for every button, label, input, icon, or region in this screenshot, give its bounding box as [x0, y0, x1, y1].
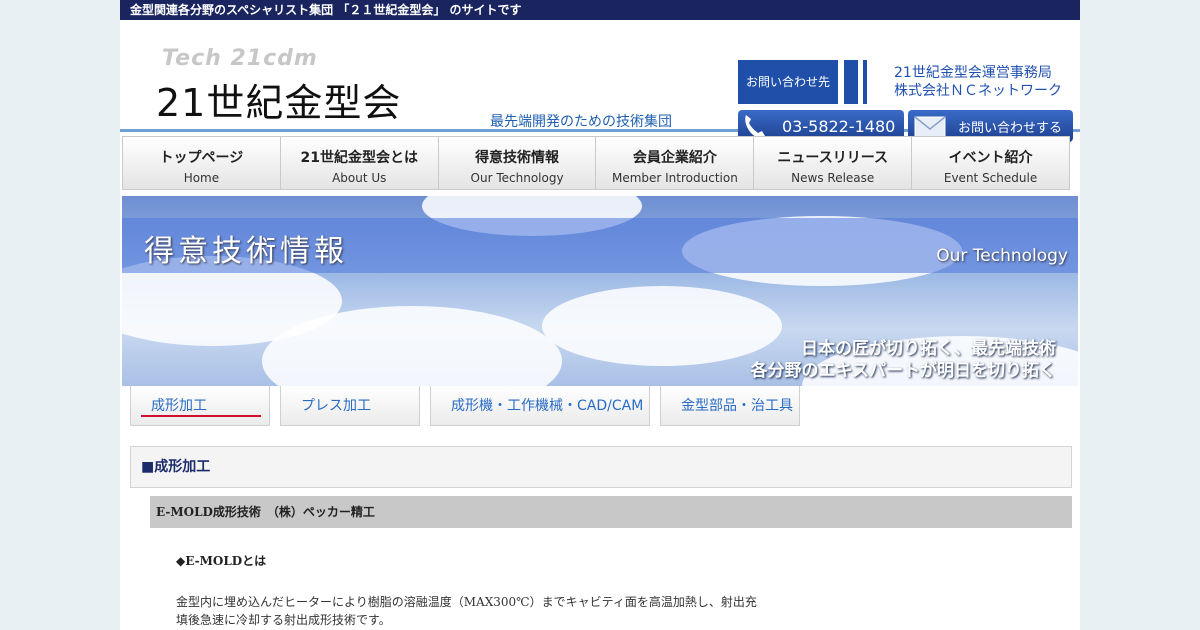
office-info: 21世紀金型会運営事務局 株式会社ＮＣネットワーク: [894, 64, 1062, 100]
cloud-image: [542, 286, 782, 366]
nav-label-en: Member Introduction: [611, 171, 738, 185]
article-body: 金型内に埋め込んだヒーターにより樹脂の溶融温度（MAX300℃）までキャビティ面…: [176, 593, 776, 629]
article-question: ◆E-MOLDとは: [176, 554, 267, 568]
tab-label: 金型部品・治工具: [681, 398, 793, 414]
tagline: 最先端開発のための技術集団: [490, 114, 672, 130]
hero-catchphrase-2: 各分野のエキスパートが明日を切り拓く: [750, 361, 1057, 381]
site-header: Tech 21cdm 21世紀金型会 最先端開発のための技術集団 お問い合わせ先…: [120, 20, 1080, 142]
main-nav: トップページ Home 21世紀金型会とは About Us 得意技術情報 Ou…: [122, 136, 1070, 190]
nav-about[interactable]: 21世紀金型会とは About Us: [281, 137, 439, 189]
hero-banner: 得意技術情報 Our Technology 日本の匠が切り拓く、最先端技術 各分…: [122, 196, 1078, 386]
nav-home[interactable]: トップページ Home: [123, 137, 281, 189]
nav-label-en: About Us: [332, 171, 387, 185]
body-line: 填後急速に冷却する射出成形技術です。: [176, 613, 391, 627]
nav-technology[interactable]: 得意技術情報 Our Technology: [439, 137, 597, 189]
nav-label-jp: 21世紀金型会とは: [300, 150, 418, 166]
page: 金型関連各分野のスペシャリスト集団 「２１世紀金型会」 のサイトです Tech …: [120, 0, 1080, 630]
site-logo[interactable]: 21世紀金型会: [156, 72, 401, 127]
nav-events[interactable]: イベント紹介 Event Schedule: [912, 137, 1069, 189]
nav-label-jp: トップページ: [159, 150, 244, 166]
decorative-bars-icon: [844, 60, 868, 104]
nav-label-jp: イベント紹介: [948, 150, 1033, 166]
logo-tech[interactable]: Tech 21cdm: [162, 46, 318, 71]
tab-mold-parts[interactable]: 金型部品・治工具: [660, 386, 800, 426]
section-heading: ■成形加工: [130, 446, 1072, 488]
active-tab-indicator: [141, 415, 261, 417]
contact-mail-label: お問い合わせする: [958, 120, 1063, 136]
contact-label: お問い合わせ先: [738, 60, 838, 104]
company-name: 株式会社ＮＣネットワーク: [894, 83, 1062, 99]
nav-news[interactable]: ニュースリリース News Release: [754, 137, 913, 189]
nav-label-en: Event Schedule: [943, 171, 1038, 185]
nav-label-jp: 得意技術情報: [475, 150, 560, 166]
nav-label-en: Our Technology: [470, 171, 564, 185]
tab-label: 成形機・工作機械・CAD/CAM: [451, 398, 644, 414]
article-subheading: E-MOLD成形技術 （株）ペッカー精工: [150, 496, 1072, 528]
tab-label: プレス加工: [301, 398, 371, 414]
nav-label-en: Home: [183, 171, 220, 185]
tab-press[interactable]: プレス加工: [280, 386, 420, 426]
tab-machines-cad[interactable]: 成形機・工作機械・CAD/CAM: [430, 386, 650, 426]
nav-label-jp: 会員企業紹介: [632, 150, 717, 166]
body-line: 金型内に埋め込んだヒーターにより樹脂の溶融温度（MAX300℃）までキャビティ面…: [176, 595, 757, 609]
tab-label: 成形加工: [151, 398, 207, 414]
hero-subtitle: Our Technology: [936, 246, 1068, 266]
tel-number: 03-5822-1480: [782, 116, 896, 136]
tab-molding[interactable]: 成形加工: [130, 386, 270, 426]
nav-label-en: News Release: [791, 171, 875, 185]
office-name: 21世紀金型会運営事務局: [894, 65, 1052, 81]
nav-members[interactable]: 会員企業紹介 Member Introduction: [596, 137, 755, 189]
top-bar: 金型関連各分野のスペシャリスト集団 「２１世紀金型会」 のサイトです: [120, 0, 1080, 20]
hero-title: 得意技術情報: [144, 234, 348, 269]
nav-label-jp: ニュースリリース: [777, 150, 889, 166]
